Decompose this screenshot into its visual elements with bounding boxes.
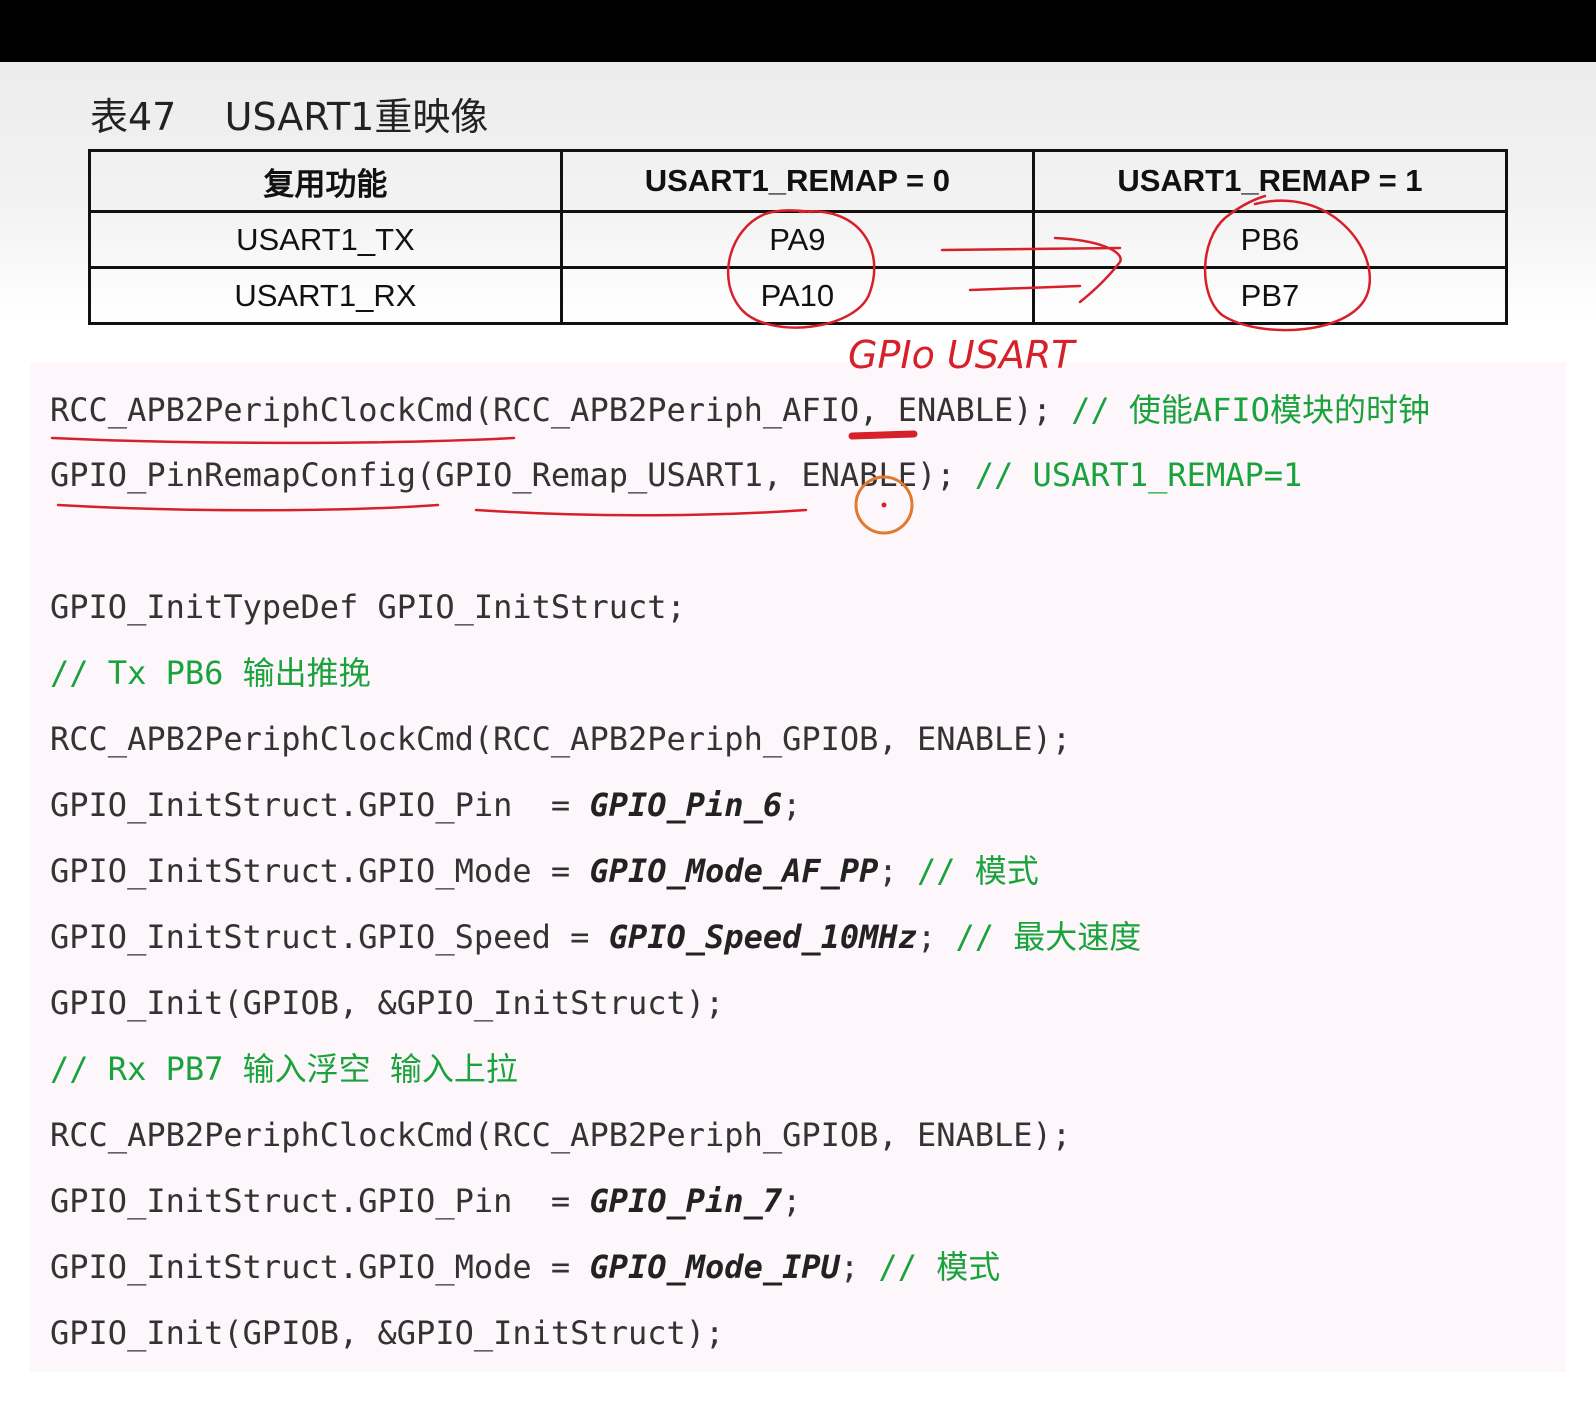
- code-comment-line: // Rx PB7 输入浮空 输入上拉: [50, 1050, 518, 1088]
- header-remap-0: USART1_REMAP = 0: [559, 149, 1035, 213]
- code-line: GPIO_InitStruct.GPIO_Pin = GPIO_Pin_6;: [50, 786, 802, 824]
- code-line: GPIO_Init(GPIOB, &GPIO_InitStruct);: [50, 984, 725, 1022]
- code-line: RCC_APB2PeriphClockCmd(RCC_APB2Periph_AF…: [50, 391, 1430, 429]
- handwritten-annotation-text: GPIo USART: [848, 333, 1075, 377]
- cell-remap-1: PB7: [1031, 266, 1509, 325]
- cell-function: USART1_TX: [88, 210, 563, 269]
- code-line: GPIO_Init(GPIOB, &GPIO_InitStruct);: [50, 1314, 725, 1352]
- cell-function: USART1_RX: [88, 266, 563, 325]
- code-line: GPIO_InitStruct.GPIO_Mode = GPIO_Mode_IP…: [50, 1248, 1001, 1286]
- cell-remap-0: PA9: [559, 210, 1035, 269]
- cell-remap-1: PB6: [1031, 210, 1509, 269]
- top-black-bar: [0, 0, 1596, 62]
- code-line: GPIO_InitStruct.GPIO_Speed = GPIO_Speed_…: [50, 918, 1142, 956]
- header-remap-1: USART1_REMAP = 1: [1031, 149, 1509, 213]
- header-function: 复用功能: [88, 149, 563, 213]
- code-comment-line: // Tx PB6 输出推挽: [50, 654, 371, 692]
- table-header-row: 复用功能 USART1_REMAP = 0 USART1_REMAP = 1: [88, 149, 1509, 213]
- code-line: RCC_APB2PeriphClockCmd(RCC_APB2Periph_GP…: [50, 720, 1072, 758]
- usart1-remap-table: 复用功能 USART1_REMAP = 0 USART1_REMAP = 1 U…: [88, 149, 1509, 325]
- code-line: GPIO_InitStruct.GPIO_Pin = GPIO_Pin_7;: [50, 1182, 802, 1220]
- code-line: GPIO_PinRemapConfig(GPIO_Remap_USART1, E…: [50, 456, 1303, 494]
- table-caption: 表47 USART1重映像: [90, 95, 489, 139]
- table-row: USART1_TX PA9 PB6: [88, 210, 1509, 269]
- table-row: USART1_RX PA10 PB7: [88, 266, 1509, 325]
- cell-remap-0: PA10: [559, 266, 1035, 325]
- code-line: RCC_APB2PeriphClockCmd(RCC_APB2Periph_GP…: [50, 1116, 1072, 1154]
- code-line: GPIO_InitStruct.GPIO_Mode = GPIO_Mode_AF…: [50, 852, 1039, 890]
- code-line: GPIO_InitTypeDef GPIO_InitStruct;: [50, 588, 686, 626]
